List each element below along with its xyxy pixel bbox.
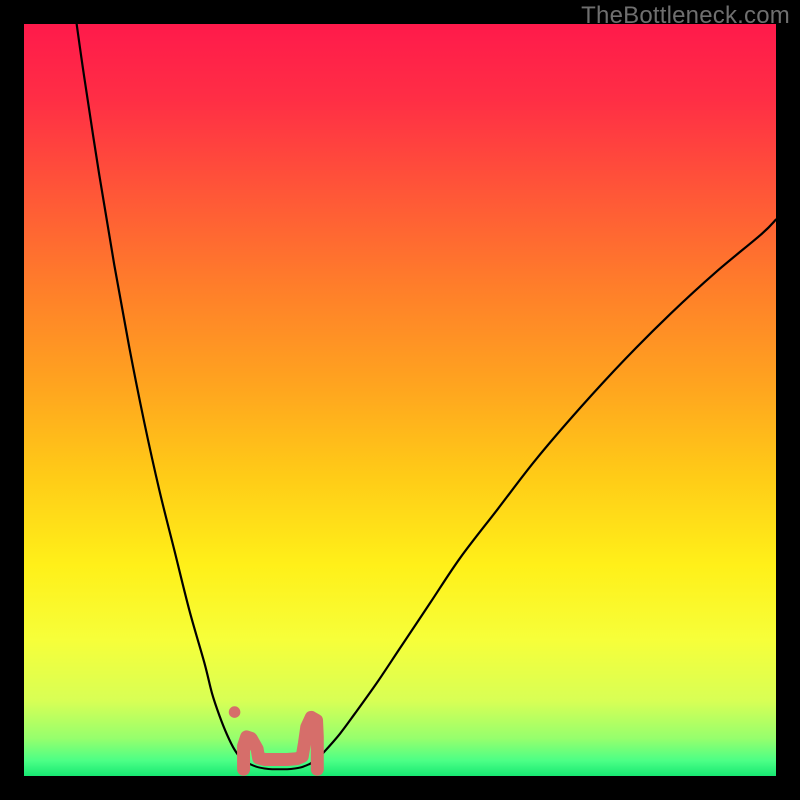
chart-frame (24, 24, 776, 776)
watermark: TheBottleneck.com (581, 2, 790, 30)
gradient-background (24, 24, 776, 776)
marker-pink-dot (229, 706, 241, 718)
bottleneck-curve-chart (24, 24, 776, 776)
